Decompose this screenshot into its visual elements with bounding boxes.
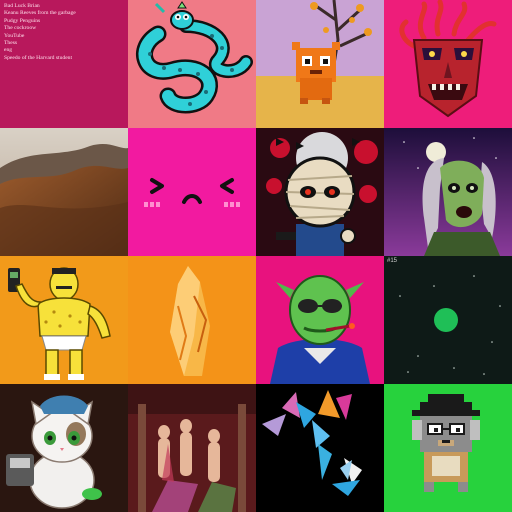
tile-yellow-muscle-man[interactable] [0,256,128,384]
vampire-icon [270,275,370,384]
list-item: eng [4,47,13,54]
tile-amber-crystal[interactable] [128,256,256,384]
tile-classical-painting[interactable] [128,384,256,512]
shards-icon [262,390,362,496]
tile-cyan-serpent[interactable] [128,0,256,128]
tile-mummy-character[interactable] [256,128,384,256]
list-item: Speedo of the Harvard student [4,54,73,61]
tile-red-tentacle-mask[interactable] [384,0,512,128]
list-item: YouTube [4,32,25,39]
tile-pixel-dog[interactable] [384,384,512,512]
tile-abstract-shards[interactable] [256,384,384,512]
zombie-icon [384,128,512,256]
tile-desert-landscape[interactable] [0,128,128,256]
landscape-icon [0,128,128,256]
tile-text-list[interactable]: Bad Luck Brian Keanu Reeves from the gar… [0,0,128,128]
tile-lucky-cat[interactable] [0,384,128,512]
list-item: The cockroow [4,25,37,32]
text-list: Bad Luck Brian Keanu Reeves from the gar… [4,3,76,62]
list-item: Keanu Reeves from the garbage [4,10,76,17]
mask-icon [399,0,497,118]
crystal-icon [170,266,210,376]
pixel-dog-icon [412,394,480,492]
orb-icon [399,275,501,375]
mummy-icon [256,128,384,256]
list-item: Thess [4,40,18,47]
image-grid: Bad Luck Brian Keanu Reeves from the gar… [0,0,512,512]
tile-orange-voxel-creature[interactable] [256,0,384,128]
tile-pink-kawaii-face[interactable] [128,128,256,256]
painting-icon [128,384,256,512]
serpent-icon [136,1,253,114]
cat-icon [0,384,128,512]
list-item: Pudgy Penguins [4,17,41,24]
tile-green-zombie[interactable] [384,128,512,256]
muscle-man-icon [8,267,111,380]
tile-green-orb-space[interactable]: #15 [384,256,512,384]
voxel-creature-icon [256,0,384,128]
face-icon [144,178,240,207]
tile-green-vampire[interactable] [256,256,384,384]
